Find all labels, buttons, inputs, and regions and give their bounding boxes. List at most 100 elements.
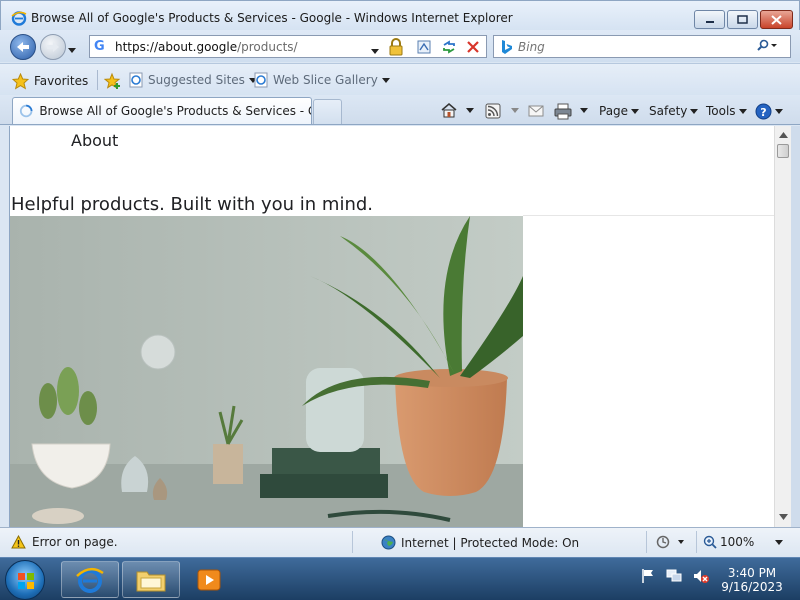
search-box[interactable] xyxy=(493,35,791,58)
about-nav-link[interactable]: About xyxy=(71,131,118,150)
chevron-down-icon xyxy=(371,49,379,54)
taskbar: 3:40 PM 9/16/2023 xyxy=(0,557,800,600)
address-dropdown-button[interactable] xyxy=(371,43,379,57)
print-icon[interactable] xyxy=(554,102,572,120)
ie-logo-icon xyxy=(11,11,27,26)
tab-row: Browse All of Google's Products & Servic… xyxy=(0,95,800,125)
stop-icon[interactable] xyxy=(465,39,481,55)
url-host: https://about.google xyxy=(115,40,238,54)
tools-menu-button[interactable]: Tools xyxy=(706,101,747,121)
zoom-button[interactable]: 100% xyxy=(703,535,784,549)
folder-icon xyxy=(136,571,166,591)
chevron-down-icon[interactable] xyxy=(466,108,474,113)
status-divider xyxy=(352,531,353,553)
forward-arrow-icon xyxy=(47,42,59,52)
new-tab-button[interactable] xyxy=(313,99,342,124)
address-row: G https://about.google/products/ xyxy=(0,30,800,62)
google-favicon-icon: G xyxy=(94,39,105,54)
window-title: Browse All of Google's Products & Servic… xyxy=(31,11,513,25)
maximize-button[interactable] xyxy=(727,10,758,29)
taskbar-internet-explorer[interactable] xyxy=(61,561,119,598)
media-player-icon xyxy=(197,569,221,591)
search-button[interactable] xyxy=(756,39,778,56)
scroll-up-arrow-icon[interactable] xyxy=(779,132,788,138)
url-path: /products/ xyxy=(237,40,298,54)
clock-time: 3:40 PM xyxy=(727,566,777,580)
tab-google-products[interactable]: Browse All of Google's Products & Servic… xyxy=(12,97,312,124)
bing-icon xyxy=(502,40,512,54)
security-zone[interactable]: Internet | Protected Mode: On xyxy=(381,535,579,550)
address-url[interactable]: https://about.google/products/ xyxy=(115,40,298,54)
forward-button[interactable] xyxy=(40,34,66,60)
page-menu-label: Page xyxy=(599,104,629,118)
chevron-down-icon xyxy=(381,77,390,83)
magnifier-icon xyxy=(757,39,777,51)
favorites-button[interactable]: Favorites xyxy=(12,70,88,92)
clock-date: 9/16/2023 xyxy=(721,580,783,594)
feeds-icon[interactable] xyxy=(485,103,501,119)
globe-icon xyxy=(381,535,396,550)
chevron-down-icon xyxy=(775,539,784,545)
security-zone-text: Internet | Protected Mode: On xyxy=(401,535,580,550)
lock-icon[interactable] xyxy=(388,38,404,56)
minimize-icon xyxy=(705,20,714,23)
suggested-sites-label: Suggested Sites xyxy=(148,73,245,87)
protected-mode-icon[interactable] xyxy=(656,535,686,549)
help-icon: ? xyxy=(755,103,772,119)
compatibility-view-icon[interactable] xyxy=(416,39,432,55)
loading-spinner-icon xyxy=(19,104,33,118)
status-divider xyxy=(696,531,697,553)
web-slice-gallery-label: Web Slice Gallery xyxy=(273,73,378,87)
recent-pages-dropdown[interactable] xyxy=(68,42,76,56)
chevron-down-icon xyxy=(775,108,783,114)
windows-logo-icon xyxy=(18,573,34,589)
status-bar: Error on page. Internet | Protected Mode… xyxy=(0,527,800,556)
window-frame-right xyxy=(791,126,800,527)
close-button[interactable] xyxy=(760,10,793,29)
suggested-sites-link[interactable]: Suggested Sites xyxy=(128,72,257,88)
action-center-flag-icon[interactable] xyxy=(640,568,656,584)
ie-page-icon xyxy=(254,72,268,88)
page-menu-button[interactable]: Page xyxy=(599,101,640,121)
warning-icon xyxy=(11,535,26,549)
back-arrow-icon xyxy=(17,42,29,52)
system-clock[interactable]: 3:40 PM 9/16/2023 xyxy=(712,566,792,594)
refresh-icon[interactable] xyxy=(441,39,457,55)
scrollbar-thumb[interactable] xyxy=(777,144,789,158)
safety-menu-button[interactable]: Safety xyxy=(649,101,699,121)
add-to-favorites-bar-icon[interactable] xyxy=(104,72,122,90)
ie-page-icon xyxy=(129,72,143,88)
back-button[interactable] xyxy=(10,34,36,60)
error-indicator[interactable]: Error on page. xyxy=(11,535,118,549)
chevron-down-icon xyxy=(738,108,747,114)
favorites-bar: Favorites Suggested Sites Web Slice Gall… xyxy=(0,63,800,95)
tools-menu-label: Tools xyxy=(706,104,736,118)
status-divider xyxy=(646,531,647,553)
search-input[interactable] xyxy=(518,39,718,55)
vertical-scrollbar[interactable] xyxy=(774,126,791,527)
speaker-muted-icon[interactable] xyxy=(692,568,710,584)
web-slice-gallery-link[interactable]: Web Slice Gallery xyxy=(253,72,390,88)
start-button[interactable] xyxy=(5,560,45,600)
scroll-down-arrow-icon[interactable] xyxy=(779,514,788,520)
error-text: Error on page. xyxy=(32,535,118,549)
read-mail-icon[interactable] xyxy=(528,104,544,118)
chevron-down-icon[interactable] xyxy=(580,108,588,113)
help-button[interactable]: ? xyxy=(755,101,783,121)
favorites-separator xyxy=(97,70,98,90)
safety-menu-label: Safety xyxy=(649,104,688,118)
home-icon[interactable] xyxy=(440,101,458,119)
minimize-button[interactable] xyxy=(694,10,725,29)
chevron-down-icon xyxy=(690,108,699,114)
internet-explorer-icon xyxy=(76,567,104,593)
taskbar-file-explorer[interactable] xyxy=(122,561,180,598)
address-bar[interactable]: G https://about.google/products/ xyxy=(89,35,487,58)
zoom-level: 100% xyxy=(720,535,755,549)
system-tray xyxy=(640,568,710,584)
network-icon[interactable] xyxy=(666,568,682,584)
tab-label: Browse All of Google's Products & Servic… xyxy=(39,104,311,118)
chevron-down-icon[interactable] xyxy=(511,108,519,113)
taskbar-media-player[interactable] xyxy=(196,568,222,595)
page-headline: Helpful products. Built with you in mind… xyxy=(11,194,374,215)
content-divider xyxy=(523,215,774,216)
